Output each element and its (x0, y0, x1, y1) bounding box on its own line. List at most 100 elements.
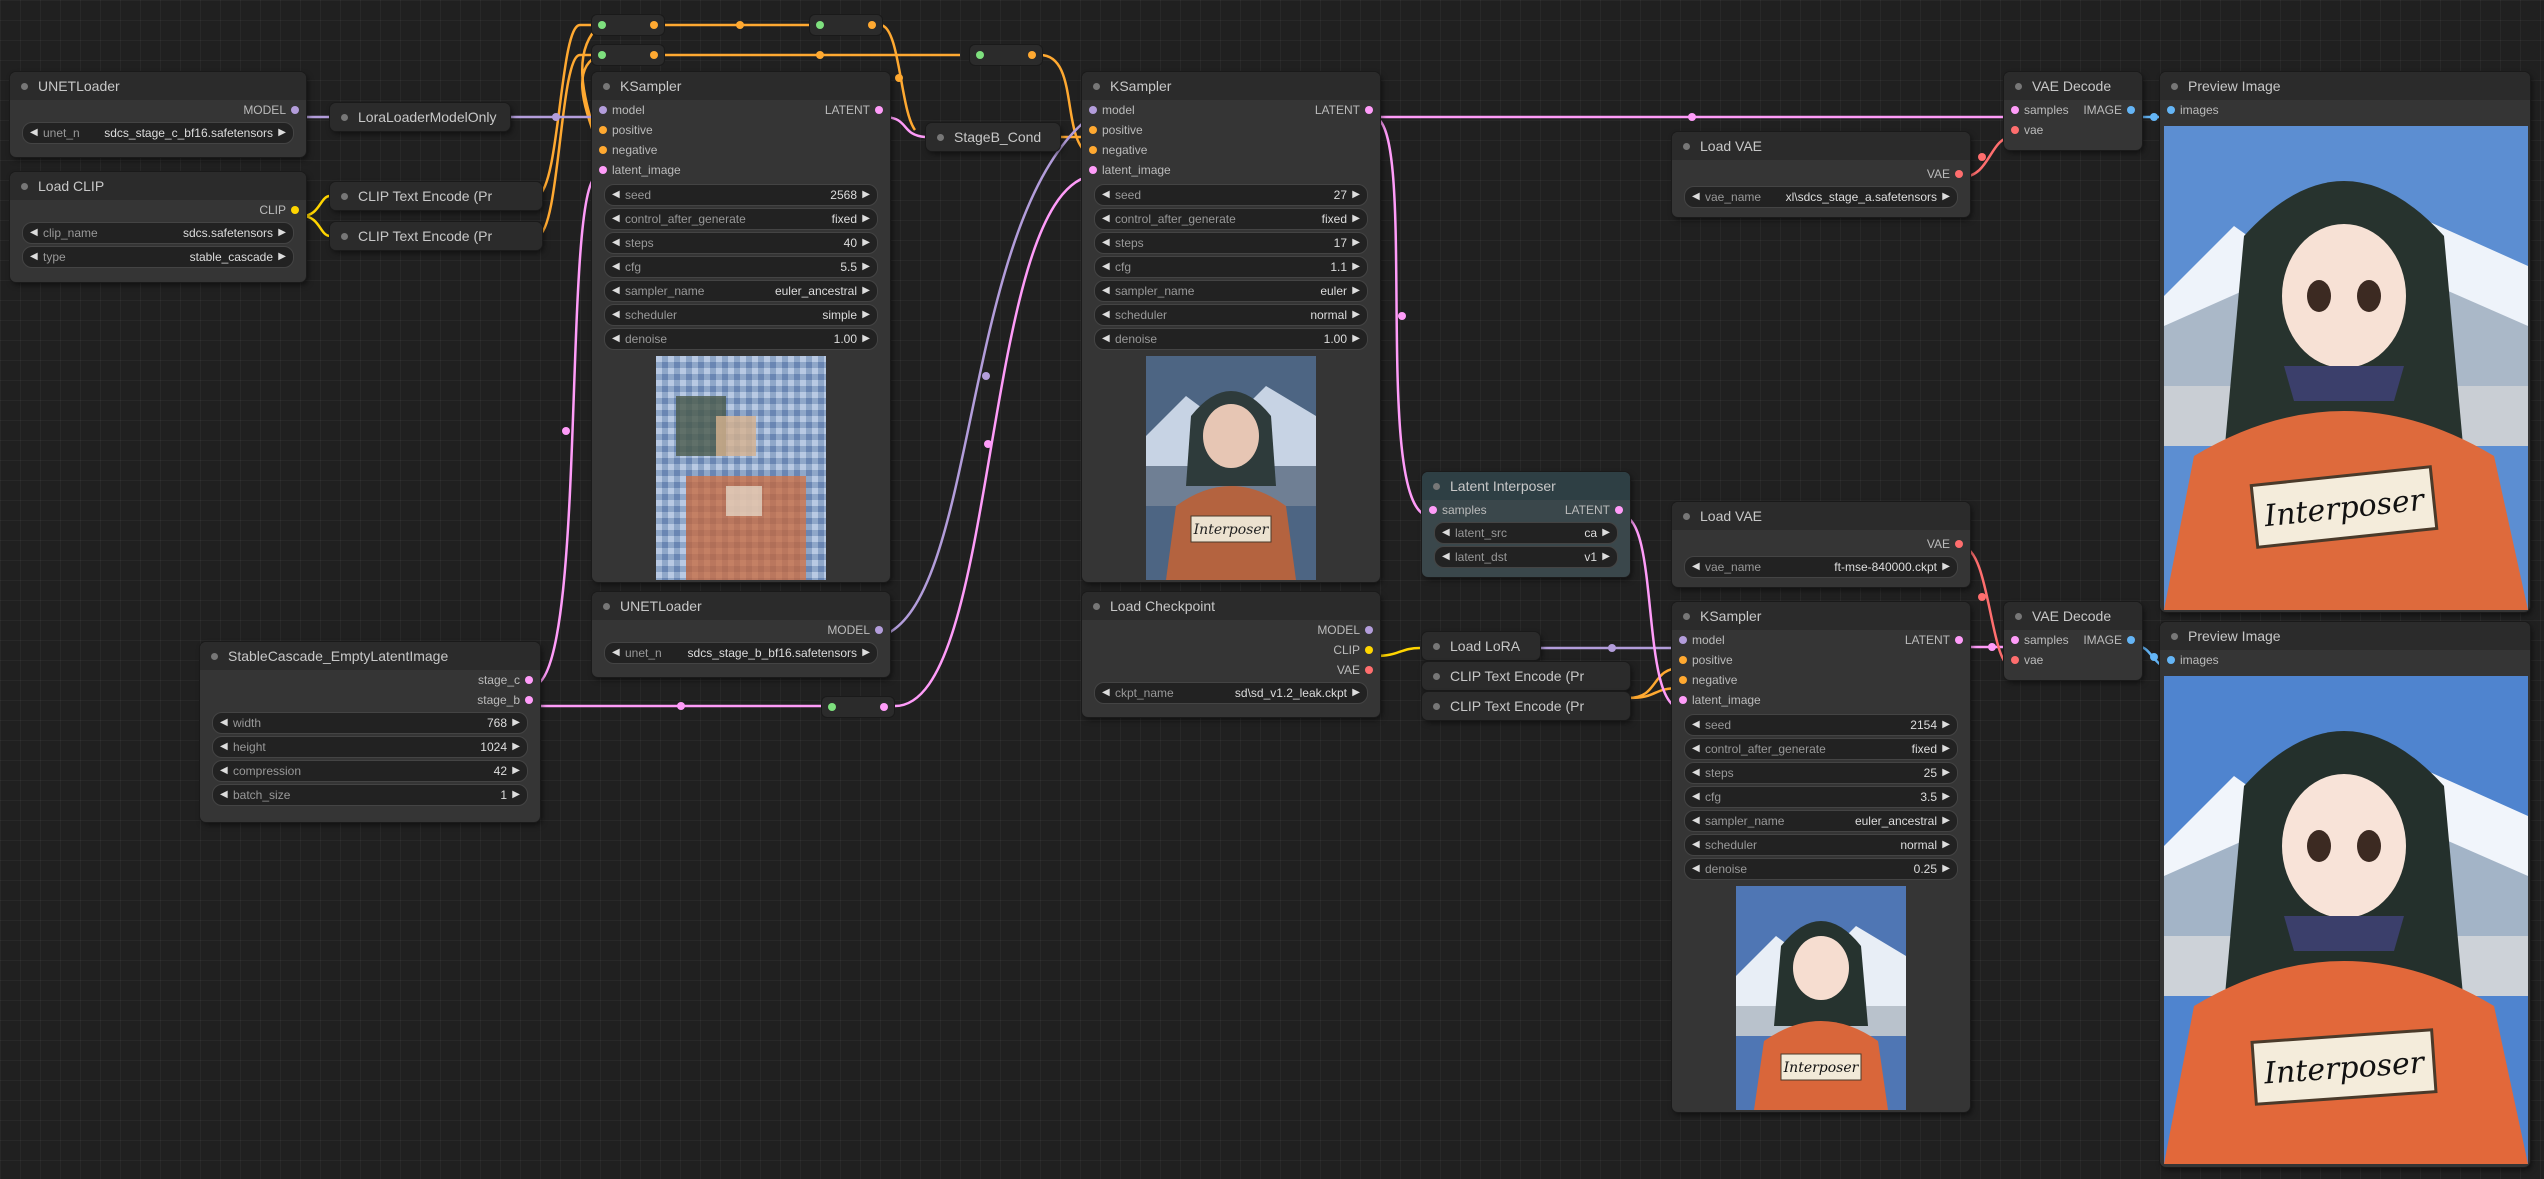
compression-widget[interactable]: ◀ compression 42 ▶ (212, 760, 528, 782)
arrow-right-icon[interactable]: ▶ (278, 123, 286, 143)
input-negative[interactable]: negative (1082, 140, 1380, 160)
model-socket-icon[interactable] (599, 106, 607, 114)
arrow-left-icon[interactable]: ◀ (1692, 811, 1700, 831)
arrow-left-icon[interactable]: ◀ (1692, 187, 1700, 207)
arrow-left-icon[interactable]: ◀ (1692, 739, 1700, 759)
output-stage-c[interactable]: stage_c (200, 670, 540, 690)
arrow-right-icon[interactable]: ▶ (512, 785, 520, 805)
output-clip[interactable]: CLIP (10, 200, 306, 220)
input-positive[interactable]: positive (1672, 650, 1970, 670)
collapse-dot-icon[interactable] (1433, 703, 1440, 710)
latent-socket-icon[interactable] (1429, 506, 1437, 514)
collapse-dot-icon[interactable] (603, 603, 610, 610)
arrow-left-icon[interactable]: ◀ (220, 785, 228, 805)
lora-loader-model-only-node[interactable]: LoraLoaderModelOnly (330, 103, 510, 131)
model-socket-icon[interactable] (1089, 106, 1097, 114)
arrow-right-icon[interactable]: ▶ (1352, 209, 1360, 229)
collapse-dot-icon[interactable] (1683, 143, 1690, 150)
arrow-left-icon[interactable]: ◀ (612, 257, 620, 277)
reroute-node[interactable] (592, 15, 664, 35)
clip-socket-icon[interactable] (1365, 646, 1373, 654)
arrow-right-icon[interactable]: ▶ (862, 643, 870, 663)
denoise-widget[interactable]: ◀ denoise 1.00 ▶ (1094, 328, 1368, 350)
arrow-left-icon[interactable]: ◀ (1692, 715, 1700, 735)
scheduler-widget[interactable]: ◀ scheduler normal ▶ (1094, 304, 1368, 326)
vae-name-combo[interactable]: ◀ vae_name xl\sdcs_stage_a.safetensors ▶ (1684, 186, 1958, 208)
arrow-left-icon[interactable]: ◀ (612, 643, 620, 663)
output-clip[interactable]: CLIP (1082, 640, 1380, 660)
latent-dst-combo[interactable]: ◀ latent_dst v1 ▶ (1434, 546, 1618, 568)
collapse-dot-icon[interactable] (1683, 513, 1690, 520)
collapse-dot-icon[interactable] (341, 233, 348, 240)
latent-socket-icon[interactable] (1365, 106, 1373, 114)
arrow-right-icon[interactable]: ▶ (862, 185, 870, 205)
arrow-right-icon[interactable]: ▶ (1942, 835, 1950, 855)
clip-text-encode-node-4[interactable]: CLIP Text Encode (Pr (1422, 692, 1630, 720)
control-after-generate-widget[interactable]: ◀ control_after_generate fixed ▶ (1684, 738, 1958, 760)
input-latent-image[interactable]: latent_image (592, 160, 890, 180)
arrow-left-icon[interactable]: ◀ (612, 209, 620, 229)
arrow-left-icon[interactable]: ◀ (612, 281, 620, 301)
collapse-dot-icon[interactable] (1093, 603, 1100, 610)
vae-socket-icon[interactable] (1955, 170, 1963, 178)
ksampler-node-1[interactable]: KSampler model LATENT positive negative l… (592, 72, 890, 582)
collapse-dot-icon[interactable] (211, 653, 218, 660)
collapse-dot-icon[interactable] (341, 114, 348, 121)
collapse-dot-icon[interactable] (2171, 83, 2178, 90)
collapse-dot-icon[interactable] (2171, 633, 2178, 640)
denoise-widget[interactable]: ◀ denoise 1.00 ▶ (604, 328, 878, 350)
output-vae[interactable]: VAE (1672, 534, 1970, 554)
model-socket-icon[interactable] (1679, 636, 1687, 644)
conditioning-socket-icon[interactable] (1089, 126, 1097, 134)
clip-text-encode-node-1[interactable]: CLIP Text Encode (Pr (330, 182, 542, 210)
batch-size-widget[interactable]: ◀ batch_size 1 ▶ (212, 784, 528, 806)
arrow-left-icon[interactable]: ◀ (1102, 683, 1110, 703)
unet-loader-node-2[interactable]: UNETLoader MODEL ◀ unet_n sdcs_stage_b_bf1… (592, 592, 890, 677)
arrow-right-icon[interactable]: ▶ (512, 761, 520, 781)
input-latent-image[interactable]: latent_image (1082, 160, 1380, 180)
arrow-right-icon[interactable]: ▶ (1602, 523, 1610, 543)
conditioning-socket-icon[interactable] (599, 146, 607, 154)
arrow-left-icon[interactable]: ◀ (612, 185, 620, 205)
arrow-right-icon[interactable]: ▶ (1942, 859, 1950, 879)
arrow-right-icon[interactable]: ▶ (862, 257, 870, 277)
arrow-right-icon[interactable]: ▶ (1352, 233, 1360, 253)
output-vae[interactable]: VAE (1082, 660, 1380, 680)
conditioning-socket-icon[interactable] (1028, 51, 1036, 59)
input-model[interactable]: model LATENT (1672, 630, 1970, 650)
collapse-dot-icon[interactable] (21, 183, 28, 190)
arrow-right-icon[interactable]: ▶ (862, 233, 870, 253)
collapse-dot-icon[interactable] (1093, 83, 1100, 90)
arrow-right-icon[interactable]: ▶ (862, 209, 870, 229)
sampler-name-widget[interactable]: ◀ sampler_name euler_ancestral ▶ (604, 280, 878, 302)
ckpt-name-combo[interactable]: ◀ ckpt_name sd\sd_v1.2_leak.ckpt ▶ (1094, 682, 1368, 704)
arrow-right-icon[interactable]: ▶ (862, 281, 870, 301)
arrow-right-icon[interactable]: ▶ (1352, 683, 1360, 703)
input-samples[interactable]: samples IMAGE (2004, 630, 2142, 650)
arrow-left-icon[interactable]: ◀ (612, 233, 620, 253)
steps-widget[interactable]: ◀ steps 25 ▶ (1684, 762, 1958, 784)
clip-name-combo[interactable]: ◀ clip_name sdcs.safetensors ▶ (22, 222, 294, 244)
arrow-left-icon[interactable]: ◀ (1442, 523, 1450, 543)
height-widget[interactable]: ◀ height 1024 ▶ (212, 736, 528, 758)
clip-text-encode-node-2[interactable]: CLIP Text Encode (Pr (330, 222, 542, 250)
latent-src-combo[interactable]: ◀ latent_src ca ▶ (1434, 522, 1618, 544)
latent-socket-icon[interactable] (1955, 636, 1963, 644)
conditioning-socket-icon[interactable] (650, 21, 658, 29)
input-model[interactable]: model LATENT (1082, 100, 1380, 120)
sampler-name-widget[interactable]: ◀ sampler_name euler_ancestral ▶ (1684, 810, 1958, 832)
arrow-right-icon[interactable]: ▶ (278, 223, 286, 243)
ksampler-node-2[interactable]: KSampler model LATENT positive negative l… (1082, 72, 1380, 582)
conditioning-socket-icon[interactable] (1089, 146, 1097, 154)
latent-socket-icon[interactable] (599, 166, 607, 174)
scheduler-widget[interactable]: ◀ scheduler simple ▶ (604, 304, 878, 326)
arrow-left-icon[interactable]: ◀ (30, 223, 38, 243)
arrow-right-icon[interactable]: ▶ (1942, 763, 1950, 783)
output-vae[interactable]: VAE (1672, 164, 1970, 184)
arrow-right-icon[interactable]: ▶ (278, 247, 286, 267)
reroute-node[interactable] (970, 45, 1042, 65)
input-samples[interactable]: samples IMAGE (2004, 100, 2142, 120)
conditioning-socket-icon[interactable] (868, 21, 876, 29)
reroute-node[interactable] (810, 15, 882, 35)
conditioning-socket-icon[interactable] (1679, 676, 1687, 684)
